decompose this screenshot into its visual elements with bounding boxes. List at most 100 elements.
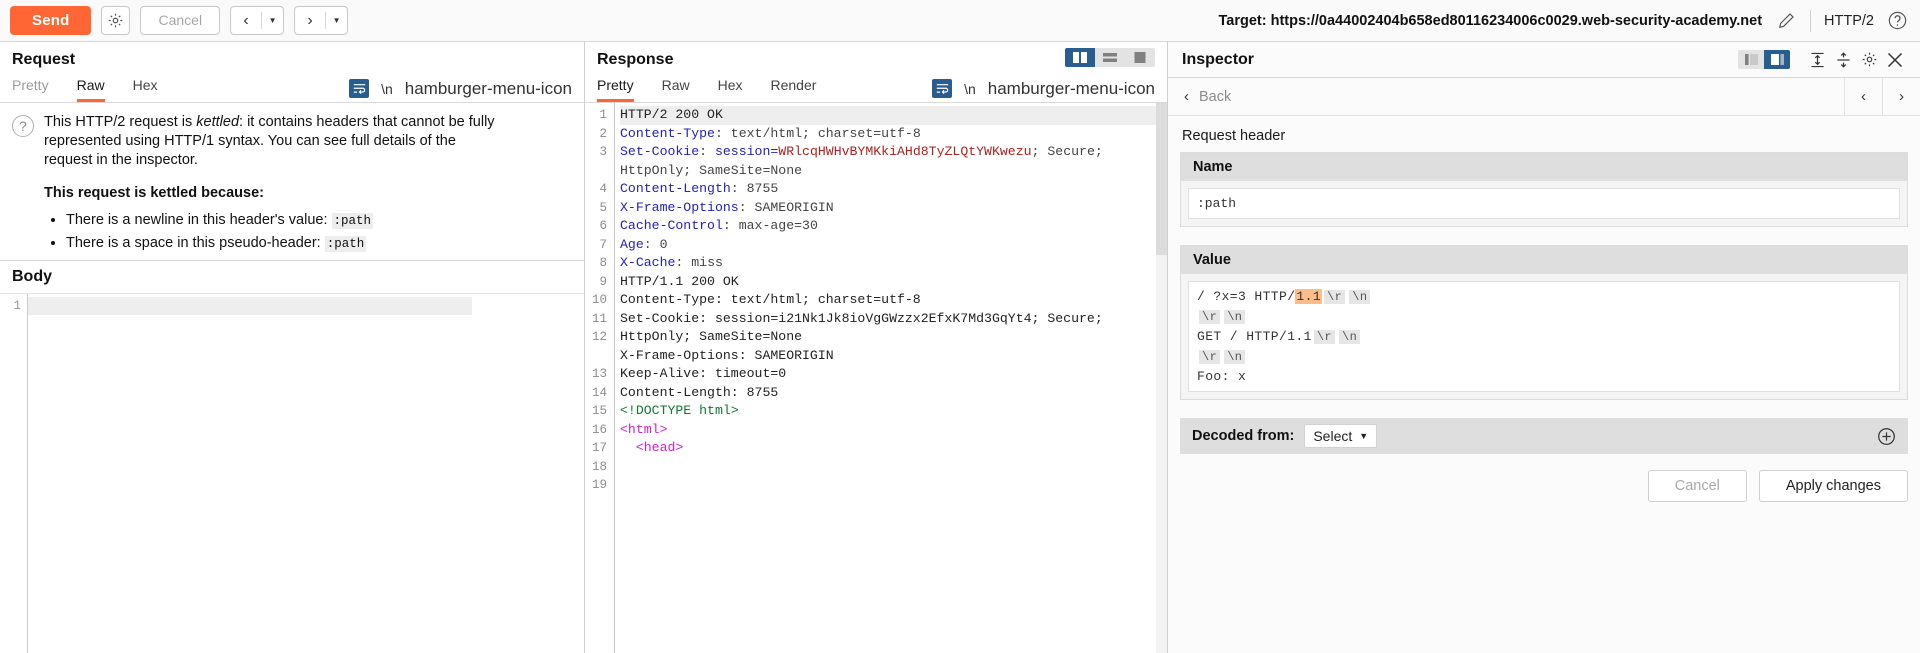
word-wrap-icon[interactable] bbox=[349, 79, 369, 98]
panel-left-icon[interactable] bbox=[1738, 50, 1764, 69]
plus-circle-icon[interactable] bbox=[1876, 426, 1896, 446]
header-name: Set-Cookie bbox=[620, 144, 699, 159]
value-text: GET / HTTP/1.1 bbox=[1197, 329, 1312, 344]
inspector-cancel-button[interactable]: Cancel bbox=[1648, 470, 1747, 502]
close-x-icon[interactable] bbox=[1882, 49, 1908, 71]
tab-response-render[interactable]: Render bbox=[771, 77, 817, 102]
header-value: SAMEORIGIN bbox=[747, 200, 834, 215]
help-circle-icon[interactable] bbox=[1886, 10, 1908, 32]
gear-icon[interactable] bbox=[1856, 49, 1882, 71]
line-content: Set-Cookie: session=i21Nk1Jk8ioVgGWzzx2E… bbox=[620, 311, 1111, 345]
cookie-value: WRlcqHWHvBYMKkiAHd8TyZLQtYWKwezu bbox=[778, 144, 1031, 159]
back-button[interactable]: ‹ Back bbox=[1168, 88, 1231, 105]
expand-all-icon[interactable] bbox=[1804, 49, 1830, 71]
previous-button[interactable]: ‹ bbox=[231, 7, 261, 34]
code-line: HTTP/2 200 OK bbox=[620, 106, 1167, 125]
apply-changes-button[interactable]: Apply changes bbox=[1759, 470, 1908, 502]
code-line: <html> bbox=[620, 421, 1167, 440]
header-name: Content-Type bbox=[620, 126, 715, 141]
split-vertical-icon[interactable] bbox=[1065, 48, 1095, 67]
kettled-reason-list: There is a newline in this header's valu… bbox=[44, 210, 499, 255]
escape-token: \r bbox=[1199, 310, 1220, 324]
show-newlines-icon[interactable]: \n bbox=[964, 81, 976, 97]
header-value-field[interactable]: / ?x=3 HTTP/1.1\r\n\r\nGET / HTTP/1.1\r\… bbox=[1188, 281, 1900, 392]
code-line: Content-Length: 8755 bbox=[620, 384, 1167, 403]
next-button[interactable]: › bbox=[295, 7, 325, 34]
line-content: X-Frame-Options: SAMEORIGIN bbox=[620, 348, 834, 363]
code-line: Set-Cookie: session=WRlcqHWHvBYMKkiAHd8T… bbox=[620, 143, 1167, 180]
scrollbar-thumb[interactable] bbox=[1156, 103, 1167, 255]
header-name: X-Frame-Options bbox=[620, 200, 739, 215]
hamburger-menu-icon[interactable]: hamburger-menu-icon bbox=[405, 82, 572, 96]
kettled-request-notice: ? This HTTP/2 request is kettled: it con… bbox=[0, 103, 584, 260]
header-name: Cache-Control bbox=[620, 218, 723, 233]
line-content bbox=[28, 297, 472, 315]
code-line: Content-Type: text/html; charset=utf-8 bbox=[620, 125, 1167, 144]
panel-right-icon[interactable] bbox=[1764, 50, 1790, 69]
tab-request-hex[interactable]: Hex bbox=[133, 77, 158, 102]
kettled-notice-body: This HTTP/2 request is kettled: it conta… bbox=[44, 113, 499, 256]
line-number: 1 bbox=[585, 106, 607, 125]
next-dropdown-button[interactable]: ▼ bbox=[326, 7, 347, 34]
header-separator: : bbox=[723, 218, 731, 233]
escape-token: \r bbox=[1324, 290, 1345, 304]
reason-text: There is a newline in this header's valu… bbox=[66, 212, 332, 228]
tab-request-raw[interactable]: Raw bbox=[77, 77, 105, 102]
response-editor[interactable]: 12345678910111213141516171819 HTTP/2 200… bbox=[585, 103, 1167, 653]
word-wrap-icon[interactable] bbox=[932, 79, 952, 98]
line-number: 4 bbox=[585, 180, 607, 199]
line-number: 2 bbox=[585, 125, 607, 144]
inspector-header: Inspector bbox=[1168, 42, 1920, 78]
inspector-next-button[interactable]: › bbox=[1882, 78, 1920, 115]
header-value: max-age=30 bbox=[731, 218, 818, 233]
decoded-from-select[interactable]: Select ▼ bbox=[1304, 424, 1377, 448]
tab-request-pretty[interactable]: Pretty bbox=[12, 77, 49, 102]
previous-dropdown-button[interactable]: ▼ bbox=[262, 7, 283, 34]
line-number: 8 bbox=[585, 254, 607, 273]
line-number: 7 bbox=[585, 236, 607, 255]
request-body-code[interactable] bbox=[28, 294, 584, 653]
request-body-editor[interactable]: 1 bbox=[0, 294, 584, 653]
request-panel: Request Pretty Raw Hex \n hamburger-menu… bbox=[0, 42, 585, 653]
inspector-prev-button[interactable]: ‹ bbox=[1844, 78, 1882, 115]
gear-icon[interactable] bbox=[101, 6, 130, 35]
tab-response-raw[interactable]: Raw bbox=[662, 77, 690, 102]
line-number: 11 bbox=[585, 310, 607, 329]
line-content: HTTP/2 200 OK bbox=[620, 107, 723, 122]
header-separator: : bbox=[731, 181, 739, 196]
tab-response-pretty[interactable]: Pretty bbox=[597, 77, 634, 102]
pencil-icon[interactable] bbox=[1775, 10, 1797, 32]
inspector-layout-toggle bbox=[1738, 50, 1790, 69]
cancel-button[interactable]: Cancel bbox=[140, 6, 220, 35]
split-horizontal-icon[interactable] bbox=[1095, 48, 1125, 67]
header-value: 0 bbox=[652, 237, 668, 252]
panels-container: Request Pretty Raw Hex \n hamburger-menu… bbox=[0, 42, 1920, 653]
chevron-down-icon: ▼ bbox=[1359, 431, 1368, 441]
response-code[interactable]: HTTP/2 200 OK Content-Type: text/html; ch… bbox=[615, 103, 1167, 653]
response-tab-actions: \n hamburger-menu-icon bbox=[932, 79, 1167, 102]
code-line: Age: 0 bbox=[620, 236, 1167, 255]
value-highlight: 1.1 bbox=[1295, 289, 1322, 304]
value-line: Foo: x bbox=[1197, 367, 1891, 386]
question-circle-icon: ? bbox=[12, 115, 34, 137]
code-line: X-Frame-Options: SAMEORIGIN bbox=[620, 347, 1167, 366]
response-layout-toggle bbox=[1065, 48, 1155, 67]
code-line: Keep-Alive: timeout=0 bbox=[620, 365, 1167, 384]
header-name: X-Cache bbox=[620, 255, 675, 270]
divider bbox=[1810, 10, 1811, 32]
show-newlines-icon[interactable]: \n bbox=[381, 81, 393, 97]
tab-response-hex[interactable]: Hex bbox=[718, 77, 743, 102]
response-scrollbar[interactable] bbox=[1156, 103, 1167, 653]
send-button[interactable]: Send bbox=[10, 6, 91, 35]
header-value: miss bbox=[683, 255, 723, 270]
name-card-header: Name bbox=[1181, 153, 1907, 181]
line-number: 3 bbox=[585, 143, 607, 180]
single-pane-icon[interactable] bbox=[1125, 48, 1155, 67]
collapse-all-icon[interactable] bbox=[1830, 49, 1856, 71]
decoded-from-label: Decoded from: bbox=[1192, 428, 1294, 444]
header-name-field[interactable]: :path bbox=[1188, 188, 1900, 219]
value-card-header: Value bbox=[1181, 246, 1907, 274]
hamburger-menu-icon[interactable]: hamburger-menu-icon bbox=[988, 82, 1155, 96]
list-item: There is a newline in this header's valu… bbox=[66, 210, 499, 232]
line-number: 19 bbox=[585, 476, 607, 495]
